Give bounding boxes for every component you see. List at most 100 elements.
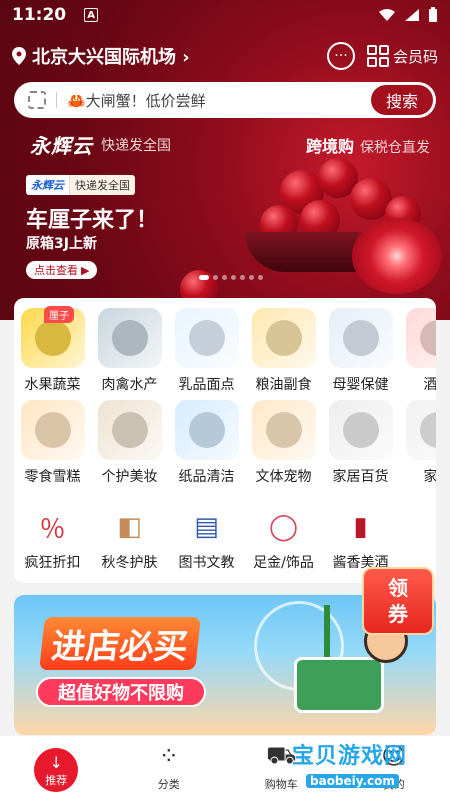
necklace-icon: ◯ [268, 512, 299, 542]
book-icon: ▤ [194, 512, 219, 542]
category-illustration [111, 320, 148, 356]
category-illustration [419, 320, 436, 356]
category-item[interactable]: 零食雪糕 [14, 400, 91, 486]
status-bar: 11:20 A [0, 0, 450, 30]
cross-border-link[interactable]: 跨境购 保税仓直发 [306, 133, 430, 157]
secondary-category-item[interactable]: ▮ 酱香美酒 [322, 508, 399, 572]
category-illustration [111, 412, 148, 448]
location-name: 北京大兴国际机场 [32, 47, 176, 68]
brand-row: 永辉云 快递发全国 跨境购 保税仓直发 [30, 130, 430, 159]
category-badge: 厘子 [44, 306, 74, 323]
category-label: 母婴保健 [332, 377, 389, 393]
banner-tag: 永辉云 快递发全国 [26, 175, 135, 195]
nav-item[interactable]: ↓ 推荐 [0, 736, 113, 800]
category-illustration [342, 320, 379, 356]
secondary-category-item[interactable]: ▤ 图书文教 [168, 508, 245, 572]
shopping-cart-image [294, 657, 384, 713]
secondary-category-item[interactable]: ％ 疯狂折扣 [14, 508, 91, 572]
pagination-dot[interactable] [231, 275, 236, 280]
category-item[interactable]: 酒水 [399, 308, 436, 394]
cross-border-title: 跨境购 [305, 136, 354, 156]
category-label: 零食雪糕 [24, 469, 81, 485]
nav-recommend-button[interactable]: ↓ 推荐 [34, 748, 79, 792]
secondary-category-item[interactable]: ◧ 秋冬护肤 [91, 508, 168, 572]
notification-a-icon: A [84, 8, 99, 22]
secondary-category-label: 图书文教 [178, 555, 235, 571]
category-item[interactable]: 个护美妆 [91, 400, 168, 486]
cosmetics-icon [97, 400, 162, 460]
category-item[interactable]: 家居百货 [322, 400, 399, 486]
category-item[interactable]: 粮油副食 [245, 308, 322, 394]
baby-formula-icon [328, 308, 393, 368]
liquor-icon: ▮ [353, 512, 368, 542]
category-illustration [342, 412, 379, 448]
watermark-url: baobeiy.com [306, 774, 399, 788]
scan-icon[interactable] [28, 91, 46, 109]
category-label: 水果蔬菜 [24, 377, 81, 393]
secondary-category-label: 疯狂折扣 [24, 555, 81, 571]
nav-label: 推荐 [45, 773, 68, 787]
watermark: 宝贝游戏网 baobeiy.com [292, 738, 432, 788]
pagination-dot[interactable] [258, 275, 263, 280]
luggage-icon [328, 400, 393, 460]
chat-bubble-icon: ··· [334, 48, 348, 64]
ice-cream-icon [20, 400, 85, 460]
coupon-label-1: 领 [388, 576, 408, 600]
category-illustration [34, 320, 71, 356]
banner-view-button[interactable]: 点击查看 ▶ [26, 261, 98, 279]
secondary-category-label: 秋冬护肤 [101, 555, 158, 571]
secondary-category-item[interactable]: ◯ 足金/饰品 [245, 508, 322, 572]
category-illustration [188, 412, 225, 448]
category-label: 个护美妆 [101, 469, 158, 485]
secondary-category-row: ％ 疯狂折扣 ◧ 秋冬护肤 ▤ 图书文教 ◯ 足金/饰品 ▮ 酱香美酒 [14, 508, 436, 572]
search-bar[interactable]: 🦀大闸蟹！低价尝鲜 搜索 [14, 82, 436, 118]
skincare-icon: ◧ [117, 512, 142, 542]
member-code-button[interactable]: 会员码 [366, 45, 438, 67]
search-button[interactable]: 搜索 [371, 85, 433, 115]
pagination-dot[interactable] [249, 275, 254, 280]
store-banner-title: 进店必买 [39, 617, 201, 670]
nav-item[interactable]: ⁘ 分类 [113, 736, 226, 800]
coupon-button[interactable]: 领 券 [362, 567, 434, 635]
category-label: 肉禽水产 [101, 377, 158, 393]
cherry-half-image [352, 218, 442, 294]
banner-tag-text: 快递发全国 [69, 175, 135, 195]
banner-title: 车厘子来了！ [26, 208, 159, 233]
category-illustration [188, 320, 225, 356]
nav-label: 分类 [157, 778, 180, 791]
search-input[interactable]: 🦀大闸蟹！低价尝鲜 [67, 90, 206, 111]
appliance-icon [405, 400, 436, 460]
category-item[interactable]: 厘子水果蔬菜 [14, 306, 91, 394]
pagination-dot[interactable] [222, 275, 227, 280]
wifi-icon [379, 9, 395, 21]
category-item[interactable]: 纸品清洁 [168, 400, 245, 486]
category-item[interactable]: 母婴保健 [322, 308, 399, 394]
category-label: 酒水 [423, 377, 437, 393]
search-divider [56, 92, 57, 108]
category-item[interactable]: 肉禽水产 [91, 308, 168, 394]
pet-icon [251, 400, 316, 460]
fish-icon [97, 308, 162, 368]
milk-icon [174, 308, 239, 368]
category-item[interactable]: 乳品面点 [168, 308, 245, 394]
pagination-dot[interactable] [240, 275, 245, 280]
pagination-dot[interactable] [213, 275, 218, 280]
location-selector[interactable]: 北京大兴国际机场 › [32, 43, 190, 69]
cross-border-subtitle: 保税仓直发 [360, 139, 430, 156]
category-label: 文体宠物 [255, 469, 312, 485]
category-label: 家电 [423, 469, 437, 485]
discount-icon: ％ [39, 514, 66, 545]
coupon-label-2: 券 [388, 602, 408, 626]
yonghui-cloud-logo: 永辉云 [30, 134, 93, 158]
oil-icon [251, 308, 316, 368]
category-item[interactable]: 文体宠物 [245, 400, 322, 486]
category-item[interactable]: 家电 [399, 400, 436, 486]
category-label: 乳品面点 [178, 377, 235, 393]
category-illustration [265, 412, 302, 448]
message-button[interactable]: ··· [326, 42, 355, 70]
signal-icon [405, 9, 419, 21]
secondary-category-label: 足金/饰品 [253, 555, 314, 571]
category-illustration [34, 412, 71, 448]
pagination-dot[interactable] [199, 275, 209, 280]
category-card: 厘子水果蔬菜肉禽水产乳品面点粮油副食母婴保健酒水零食雪糕个护美妆纸品清洁文体宠物… [14, 298, 436, 583]
